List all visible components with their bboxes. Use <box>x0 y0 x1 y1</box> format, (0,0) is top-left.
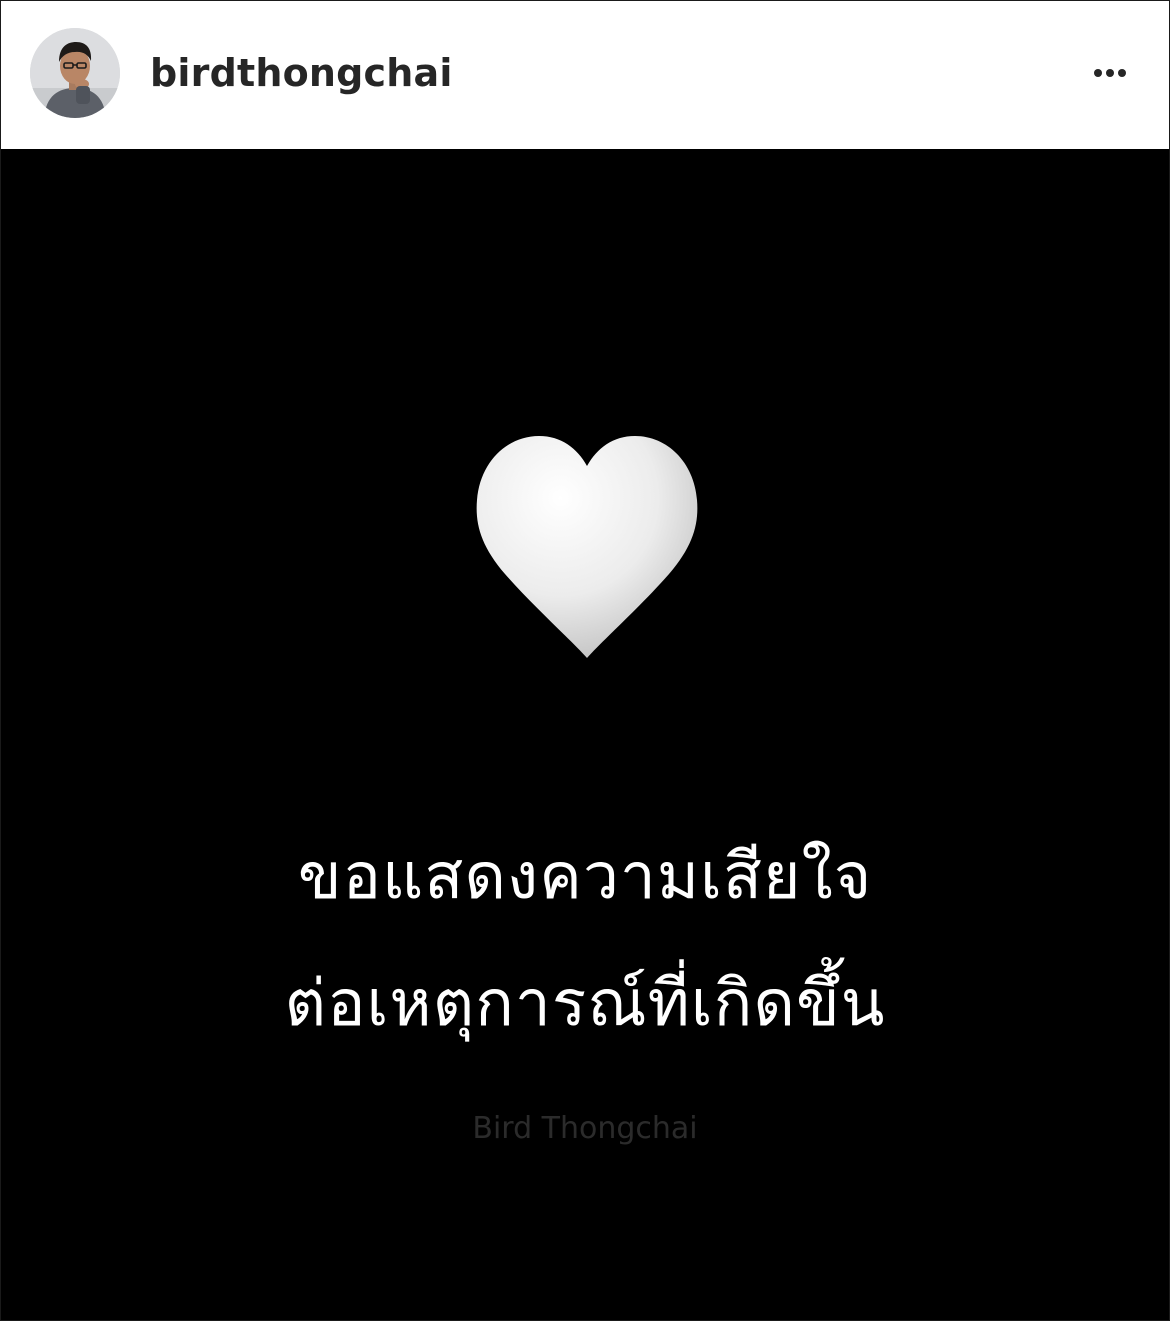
more-options-icon-dot <box>1106 69 1114 77</box>
condolence-message-line-2: ต่อเหตุการณ์ที่เกิดขึ้น <box>284 967 886 1041</box>
instagram-post: birdthongchai ขอแสดงความเสียใจ ต่อเหตุกา… <box>0 0 1170 1321</box>
post-image[interactable]: ขอแสดงความเสียใจ ต่อเหตุการณ์ที่เกิดขึ้น… <box>1 149 1169 1320</box>
post-header: birdthongchai <box>1 1 1169 148</box>
avatar[interactable] <box>30 28 120 118</box>
more-options-button[interactable] <box>1081 53 1139 93</box>
white-heart-icon <box>476 436 698 658</box>
more-options-icon-dot <box>1118 69 1126 77</box>
avatar-photo <box>30 28 120 118</box>
username-link[interactable]: birdthongchai <box>150 49 453 97</box>
watermark: Bird Thongchai <box>472 1111 698 1146</box>
condolence-message-line-1: ขอแสดงความเสียใจ <box>297 840 873 914</box>
more-options-icon <box>1094 69 1102 77</box>
